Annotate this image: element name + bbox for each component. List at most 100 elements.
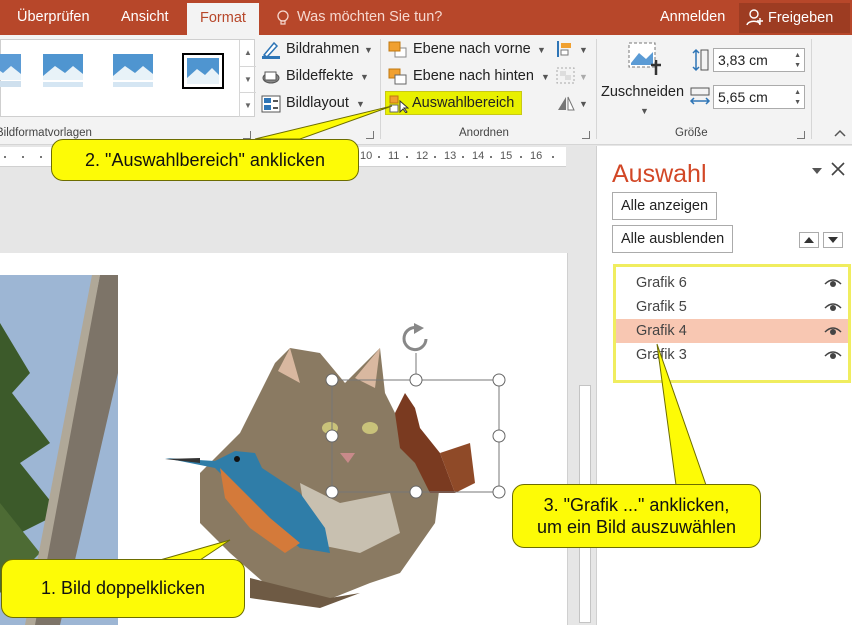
crop-icon[interactable]	[627, 41, 665, 77]
gallery-scroll-down[interactable]: ▼	[239, 66, 256, 92]
size-group-label: Größe	[675, 127, 708, 139]
item-label: Grafik 3	[636, 347, 687, 363]
ruler-number: 11	[388, 150, 400, 162]
zuschneiden-label: Zuschneiden	[601, 84, 685, 100]
chevron-down-icon: ▼	[356, 99, 365, 109]
picture-layout-icon	[261, 95, 281, 113]
gallery-scroll-up[interactable]: ▲	[239, 40, 256, 66]
height-value: 3,83 cm	[718, 52, 768, 68]
callout-step-2: 2. "Auswahlbereich" anklicken	[51, 139, 359, 181]
rotate-icon[interactable]	[556, 94, 576, 112]
ribbon-tab-bar: Überprüfen Ansicht Format Was möchten Si…	[0, 0, 852, 35]
group-separator	[811, 39, 812, 139]
width-spinner[interactable]: 5,65 cm ▲ ▼	[713, 85, 805, 109]
triangle-up-icon	[804, 237, 814, 243]
item-label: Grafik 5	[636, 299, 687, 315]
auswahlbereich-label: Auswahlbereich	[412, 95, 515, 111]
callout-step-3-line-1: 3. "Grafik ..." anklicken,	[543, 495, 730, 515]
list-item-grafik-6[interactable]: Grafik 6	[616, 271, 848, 295]
rotate-handle-icon[interactable]	[402, 323, 428, 352]
bring-forward-icon	[388, 41, 407, 58]
align-icon[interactable]	[556, 40, 576, 58]
lightbulb-icon	[277, 10, 289, 25]
pane-options-icon[interactable]	[811, 167, 823, 175]
chevron-down-icon: ▼	[579, 99, 588, 109]
bild-dialog-launcher[interactable]	[366, 131, 374, 139]
spin-down-icon[interactable]: ▼	[794, 61, 801, 70]
hide-all-button[interactable]: Alle ausblenden	[612, 225, 734, 253]
chevron-down-icon: ▼	[360, 72, 369, 82]
picture-style-thumb[interactable]	[0, 54, 21, 88]
triangle-down-icon	[828, 237, 838, 243]
arrange-group-label: Anordnen	[459, 127, 509, 139]
group-icon[interactable]	[556, 67, 576, 85]
ruler-number: 16	[530, 150, 543, 162]
pane-title: Auswahl	[612, 160, 707, 188]
tell-me-text: Was möchten Sie tun?	[297, 9, 443, 25]
tab-ansicht[interactable]: Ansicht	[121, 0, 169, 35]
chevron-down-icon: ▼	[640, 106, 649, 116]
shape-width-icon	[689, 87, 711, 105]
person-icon	[746, 9, 763, 26]
bildeffekte-label: Bildeffekte	[286, 68, 354, 84]
ruler-number: 14	[472, 150, 485, 162]
send-backward-icon	[388, 68, 407, 85]
picture-styles-gallery[interactable]: ▲ ▼ ▼	[0, 39, 256, 117]
selection-pane: Auswahl Alle anzeigen Alle ausblenden Gr…	[596, 146, 852, 625]
close-icon[interactable]	[831, 162, 845, 176]
spin-up-icon[interactable]: ▲	[794, 51, 801, 60]
chevron-down-icon: ▼	[541, 72, 550, 82]
gallery-more[interactable]: ▼	[239, 92, 256, 117]
sign-in-link[interactable]: Anmelden	[660, 0, 725, 35]
show-all-button[interactable]: Alle anzeigen	[612, 192, 718, 220]
bildlayout-label: Bildlayout	[286, 95, 349, 111]
eye-icon[interactable]	[824, 302, 842, 313]
selection-list: Grafik 6 Grafik 5 Grafik 4 Grafik 3	[613, 264, 851, 383]
ruler-number: 12	[416, 150, 429, 162]
styles-group-label: Bildformatvorlagen	[0, 127, 92, 139]
eye-icon[interactable]	[824, 350, 842, 361]
ruler-number: 10	[360, 150, 373, 162]
chevron-down-icon: ▼	[364, 45, 373, 55]
group-separator	[380, 39, 381, 139]
list-item-grafik-3[interactable]: Grafik 3	[616, 343, 848, 367]
spin-down-icon[interactable]: ▼	[794, 98, 801, 107]
auswahlbereich-button[interactable]: Auswahlbereich	[385, 91, 522, 115]
send-backward-label: Ebene nach hinten	[413, 68, 534, 84]
picture-style-thumb-selected[interactable]	[182, 53, 224, 89]
callout-step-3: 3. "Grafik ..." anklicken, um ein Bild a…	[512, 484, 761, 548]
collapse-ribbon-icon[interactable]	[834, 129, 846, 137]
tell-me-box[interactable]: Was möchten Sie tun?	[276, 0, 442, 35]
chevron-down-icon: ▼	[579, 72, 588, 82]
eye-icon[interactable]	[824, 326, 842, 337]
spin-up-icon[interactable]: ▲	[794, 88, 801, 97]
arrange-dialog-launcher[interactable]	[582, 131, 590, 139]
shape-height-icon	[692, 48, 709, 72]
callout-step-3-line-2: um ein Bild auszuwählen	[536, 517, 737, 537]
eye-icon[interactable]	[824, 278, 842, 289]
list-item-grafik-5[interactable]: Grafik 5	[616, 295, 848, 319]
styles-dialog-launcher[interactable]	[243, 131, 251, 139]
selection-pane-icon	[389, 95, 409, 113]
picture-effects-icon	[262, 71, 280, 84]
bildrahmen-label: Bildrahmen	[286, 41, 360, 57]
callout-step-1: 1. Bild doppelklicken	[1, 559, 245, 618]
share-label: Freigeben	[768, 10, 834, 26]
ruler-number: 15	[500, 150, 513, 162]
size-dialog-launcher[interactable]	[797, 131, 805, 139]
bring-forward-label: Ebene nach vorne	[413, 41, 531, 57]
picture-style-thumb[interactable]	[43, 54, 83, 88]
width-value: 5,65 cm	[718, 89, 768, 105]
share-button[interactable]: Freigeben	[739, 3, 850, 33]
height-spinner[interactable]: 3,83 cm ▲ ▼	[713, 48, 805, 72]
move-down-button[interactable]	[823, 232, 843, 248]
picture-style-thumb[interactable]	[113, 54, 153, 88]
tab-format[interactable]: Format	[187, 3, 259, 35]
ribbon: ▲ ▼ ▼ Bildformatvorlagen Bildrahmen ▼ Bi…	[0, 35, 852, 145]
ruler-number: 13	[444, 150, 457, 162]
group-separator	[596, 39, 597, 139]
tab-ueberpruefen[interactable]: Überprüfen	[17, 0, 90, 35]
list-item-grafik-4[interactable]: Grafik 4	[616, 319, 848, 343]
move-up-button[interactable]	[799, 232, 819, 248]
item-label: Grafik 6	[636, 275, 687, 291]
